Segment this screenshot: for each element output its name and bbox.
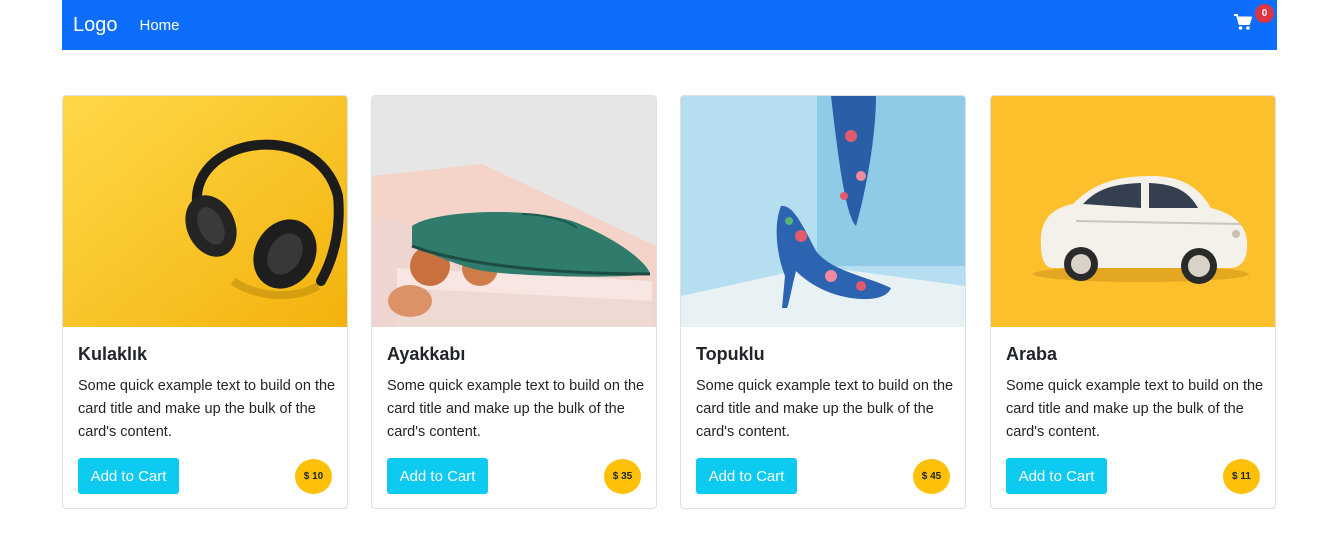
product-card: Ayakkabı Some quick example text to buil…: [371, 95, 657, 509]
navbar: Logo Home 0: [62, 0, 1277, 50]
card-text: Some quick example text to build on the …: [78, 378, 336, 440]
cart-icon: [1234, 14, 1252, 30]
product-card: Araba Some quick example text to build o…: [990, 95, 1276, 509]
cart-button[interactable]: [1233, 13, 1255, 35]
car-image: [991, 96, 1275, 327]
card-title: Topuklu: [696, 344, 765, 364]
price-badge: $ 45: [913, 459, 950, 494]
add-to-cart-button[interactable]: Add to Cart: [387, 458, 488, 494]
brand-logo[interactable]: Logo: [73, 15, 118, 35]
cart-count-badge: 0: [1255, 4, 1274, 23]
card-text: Some quick example text to build on the …: [1006, 378, 1264, 440]
price-badge: $ 10: [295, 459, 332, 494]
product-card: Topuklu Some quick example text to build…: [680, 95, 966, 509]
add-to-cart-button[interactable]: Add to Cart: [696, 458, 797, 494]
shoe-image: [372, 96, 656, 327]
price-badge: $ 35: [604, 459, 641, 494]
heels-image: [681, 96, 965, 327]
card-title: Ayakkabı: [387, 344, 466, 364]
add-to-cart-button[interactable]: Add to Cart: [1006, 458, 1107, 494]
card-text: Some quick example text to build on the …: [387, 378, 645, 440]
price-badge: $ 11: [1223, 459, 1260, 494]
nav-link-home[interactable]: Home: [140, 17, 180, 34]
add-to-cart-button[interactable]: Add to Cart: [78, 458, 179, 494]
card-text: Some quick example text to build on the …: [696, 378, 954, 440]
card-title: Araba: [1006, 344, 1058, 364]
headphones-image: [63, 96, 347, 327]
product-card: Kulaklık Some quick example text to buil…: [62, 95, 348, 509]
card-title: Kulaklık: [78, 344, 148, 364]
